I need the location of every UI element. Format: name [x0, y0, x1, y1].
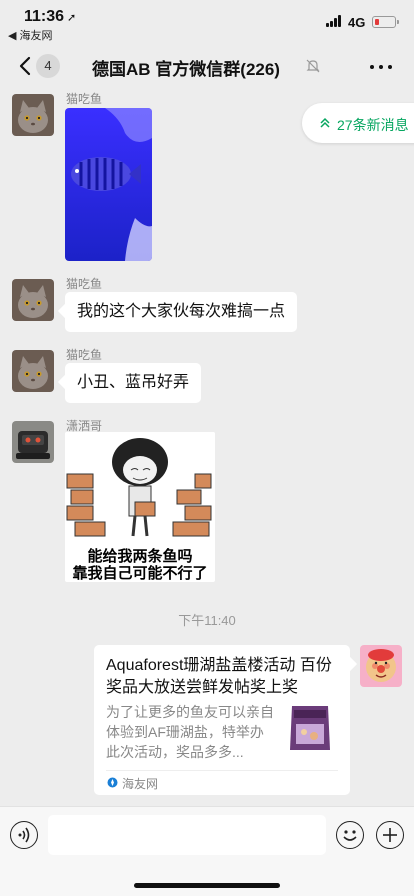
home-indicator[interactable] [134, 883, 280, 888]
message-bubble[interactable]: 小丑、蓝吊好弄 [65, 363, 202, 403]
compass-icon [107, 777, 118, 788]
cartoon-avatar-image [360, 645, 402, 687]
back-to-app-link[interactable]: ◀ 海友网 [8, 27, 53, 43]
mute-bell-icon [306, 59, 320, 73]
cat-avatar-image [12, 94, 54, 136]
cat-avatar-image [12, 279, 54, 321]
status-bar: 11:36 ➚ ◀ 海友网 4G [0, 0, 414, 44]
more-actions-button[interactable] [376, 821, 404, 849]
chat-header: 4 德国AB 官方微信群(226) [0, 44, 414, 88]
meme-character-image [65, 432, 215, 550]
avatar-robot[interactable] [12, 421, 54, 463]
link-card[interactable]: Aquaforest珊湖盐盖楼活动 百份奖品大放送尝鲜发帖奖上奖 为了让更多的鱼… [94, 645, 350, 795]
fish-photo[interactable] [65, 108, 152, 261]
sender-name: 猫吃鱼 [66, 92, 103, 106]
network-type: 4G [348, 15, 366, 30]
link-card-source: 海友网 [122, 777, 159, 791]
avatar-self[interactable] [360, 645, 402, 687]
avatar-cat[interactable] [12, 94, 54, 136]
sender-name: 猫吃鱼 [66, 348, 103, 362]
status-time: 11:36 ➚ [24, 8, 77, 25]
voice-input-button[interactable] [10, 821, 38, 849]
more-options-button[interactable] [370, 62, 394, 72]
sticker-caption-line2: 靠我自己可能不行了 [72, 565, 208, 582]
avatar-cat[interactable] [12, 350, 54, 392]
link-card-title: Aquaforest珊湖盐盖楼活动 百份奖品大放送尝鲜发帖奖上奖 [106, 657, 332, 696]
new-messages-label: 27条新消息 [337, 117, 409, 133]
cat-avatar-image [12, 350, 54, 392]
plus-icon [383, 828, 397, 842]
battery-icon [372, 16, 399, 28]
location-arrow-icon: ➚ [67, 12, 77, 24]
sender-name: 猫吃鱼 [66, 277, 103, 291]
chat-title: 德国AB 官方微信群(226) [92, 60, 280, 79]
avatar-cat[interactable] [12, 279, 54, 321]
blue-fish-image [65, 108, 152, 261]
new-messages-button[interactable]: 27条新消息 [302, 103, 414, 143]
message-input[interactable] [48, 815, 326, 855]
salt-bag-thumbnail [284, 700, 336, 752]
emoji-button[interactable] [336, 821, 364, 849]
input-bar [0, 806, 414, 896]
sticker-caption-line1: 能给我两条鱼吗 [87, 548, 193, 565]
double-chevron-up-icon [320, 117, 330, 128]
link-card-divider [106, 770, 338, 771]
message-timestamp: 下午11:40 [178, 613, 236, 628]
signal-icon [326, 15, 343, 27]
voice-icon [18, 827, 30, 843]
unread-count-badge[interactable]: 4 [36, 54, 60, 78]
message-bubble[interactable]: 我的这个大家伙每次难搞一点 [65, 292, 298, 332]
meme-sticker[interactable]: 能给我两条鱼吗 靠我自己可能不行了 [65, 432, 215, 582]
robot-avatar-image [12, 421, 54, 463]
link-card-description: 为了让更多的鱼友可以亲自体验到AF珊湖盐，特举办此次活动，奖品多多... [106, 704, 274, 760]
smiley-icon [343, 830, 357, 841]
